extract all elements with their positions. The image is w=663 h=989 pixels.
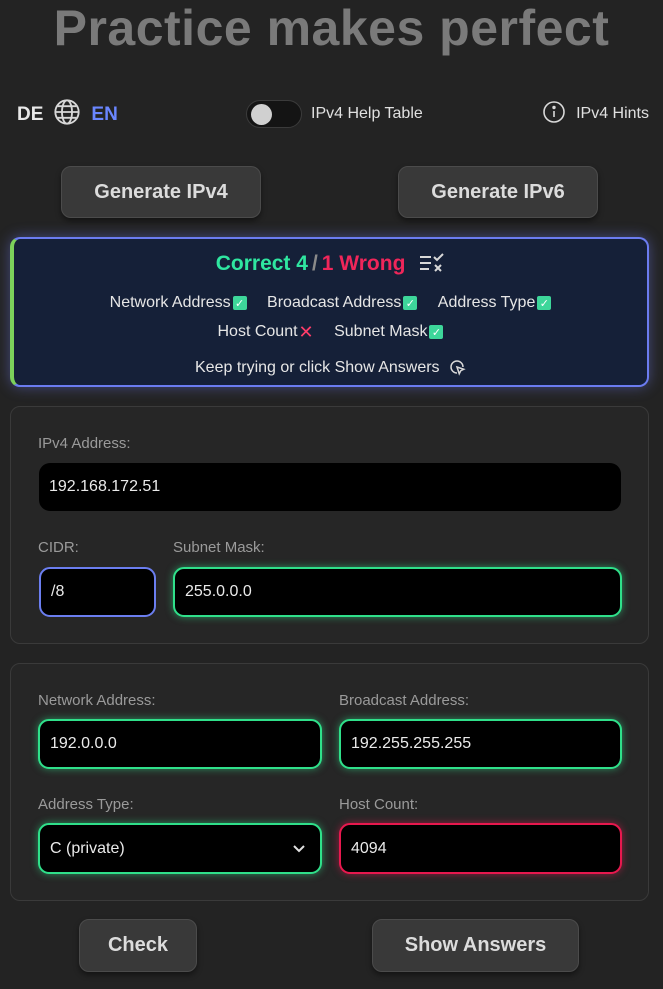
address-type-select[interactable]: C (private)	[38, 823, 322, 874]
help-table-toggle-group: IPv4 Help Table	[246, 99, 423, 129]
cidr-label: CIDR:	[38, 539, 79, 556]
address-type-value: C (private)	[50, 839, 125, 857]
globe-icon	[53, 98, 81, 132]
subnet-mask-field[interactable]: 255.0.0.0	[173, 567, 622, 617]
help-table-label: IPv4 Help Table	[311, 105, 423, 122]
cursor-click-icon	[450, 360, 466, 376]
ipv4-address-label: IPv4 Address:	[38, 435, 131, 452]
result-panel: Correct 4/1 Wrong Network Address ✓ Broad…	[10, 237, 649, 387]
network-address-label: Network Address:	[38, 692, 156, 709]
page-title: Practice makes perfect	[53, 0, 610, 56]
chevron-down-icon	[293, 844, 305, 852]
check-button[interactable]: Check	[79, 919, 197, 972]
hints-button[interactable]: IPv4 Hints	[542, 99, 649, 129]
ipv4-address-field[interactable]: 192.168.172.51	[39, 463, 621, 511]
info-icon	[542, 100, 566, 129]
correct-count: Correct 4	[215, 252, 308, 275]
wrong-count: 1 Wrong	[321, 252, 406, 275]
broadcast-address-field[interactable]: 192.255.255.255	[339, 719, 622, 769]
score-line: Correct 4/1 Wrong	[14, 252, 647, 276]
lang-en-button[interactable]: EN	[91, 104, 117, 126]
check-icon: ✓	[403, 296, 418, 310]
language-switcher: DE EN	[17, 98, 118, 132]
result-item-broadcast-address: Broadcast Address ✓	[267, 294, 418, 312]
host-count-label: Host Count:	[339, 796, 419, 813]
hints-label: IPv4 Hints	[576, 105, 649, 122]
host-count-field[interactable]: 4094	[339, 823, 622, 874]
check-icon: ✓	[537, 296, 552, 310]
result-item-subnet-mask: Subnet Mask ✓	[334, 323, 444, 341]
subnet-mask-label: Subnet Mask:	[173, 539, 265, 556]
result-item-network-address: Network Address ✓	[110, 294, 247, 312]
result-item-address-type: Address Type ✓	[438, 294, 552, 312]
network-address-field[interactable]: 192.0.0.0	[38, 719, 322, 769]
cross-icon: ✕	[298, 322, 314, 342]
show-answers-button[interactable]: Show Answers	[372, 919, 579, 972]
address-type-label: Address Type:	[38, 796, 134, 813]
toggle-knob	[251, 104, 272, 125]
answers-panel: Network Address: 192.0.0.0 Broadcast Add…	[10, 663, 649, 901]
lang-de-button[interactable]: DE	[17, 104, 43, 126]
generate-ipv6-button[interactable]: Generate IPv6	[398, 166, 598, 218]
check-icon: ✓	[429, 325, 444, 339]
result-row-2: Host Count ✕ Subnet Mask ✓	[14, 323, 647, 341]
result-row-1: Network Address ✓ Broadcast Address ✓ Addr…	[14, 294, 647, 312]
result-item-host-count: Host Count ✕	[217, 322, 314, 342]
generate-ipv4-button[interactable]: Generate IPv4	[61, 166, 261, 218]
address-panel: IPv4 Address: 192.168.172.51 CIDR: /8 Su…	[10, 406, 649, 644]
hint-text: Keep trying or click Show Answers	[14, 358, 647, 377]
checklist-icon	[420, 253, 444, 272]
broadcast-address-label: Broadcast Address:	[339, 692, 470, 709]
help-table-toggle[interactable]	[246, 100, 302, 128]
check-icon: ✓	[232, 296, 247, 310]
cidr-field[interactable]: /8	[39, 567, 156, 617]
score-separator: /	[311, 252, 318, 275]
